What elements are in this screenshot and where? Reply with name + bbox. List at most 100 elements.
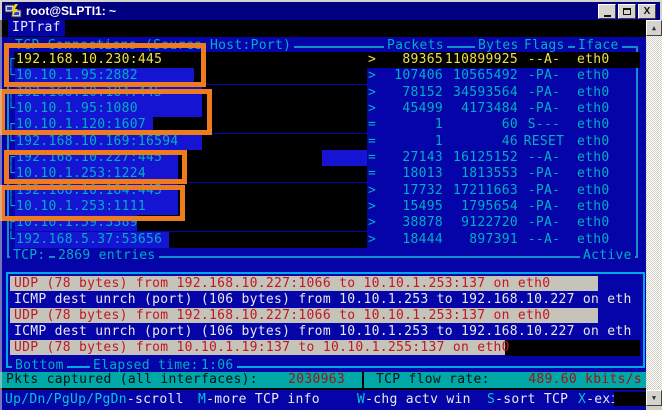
iface-value: eth0 [577, 231, 610, 247]
scroll-down-button[interactable]: ▼ [646, 390, 662, 406]
arrow-up-icon: ▲ [651, 24, 657, 32]
menu-desc: -chg actv win [365, 392, 471, 407]
direction-symbol: = [368, 149, 377, 165]
menu-desc: -scroll [126, 392, 184, 407]
packets-value: 38878 [402, 215, 443, 231]
maximize-button[interactable] [618, 4, 636, 19]
packets-value: 89365 [402, 52, 443, 67]
packets-value: 78152 [402, 84, 443, 100]
redaction-bar [169, 231, 367, 248]
redaction-bar [178, 149, 322, 166]
status-divider [362, 372, 364, 388]
udp-message: UDP (78 bytes) from 192.168.10.227:1066 … [0, 308, 646, 324]
bytes-value: 9122720 [461, 215, 518, 231]
direction-symbol: > [368, 84, 377, 100]
menu-item: W-chg actv win [357, 392, 471, 408]
iface-value: eth0 [577, 182, 610, 198]
bytes-value: 17211663 [452, 182, 518, 198]
iface-value: eth0 [577, 84, 610, 100]
udp-message: UDP (78 bytes) from 192.168.10.227:1066 … [0, 276, 646, 292]
tcp-footer-label: TCP: [10, 248, 49, 264]
redaction-bar [202, 100, 367, 117]
tcp-flow-rate-value: 489.60 kbits/s [528, 372, 642, 387]
redaction-bar [178, 182, 367, 199]
packets-value: 18013 [402, 166, 443, 182]
annotation-highlight-box [4, 43, 206, 87]
flags-value: --A- [527, 149, 561, 165]
minimize-button[interactable] [598, 4, 616, 19]
close-icon: X [643, 5, 651, 17]
udp-message-text: UDP (78 bytes) from 192.168.10.227:1066 … [14, 276, 551, 291]
window-left-border [0, 0, 2, 410]
menu-item: M-more TCP info [198, 392, 320, 408]
direction-symbol: > [368, 198, 377, 214]
maximize-icon [623, 8, 631, 15]
flags-value: RESET [523, 133, 565, 149]
redaction-bar [178, 198, 367, 215]
tcp-row: └ 192.168.5.37:53656 >18444 897391 --A-eth0 [0, 231, 646, 248]
menu-key: X [578, 392, 587, 407]
menu-desc: -sort TCP [495, 392, 569, 407]
pair-bracket: └ [7, 231, 16, 247]
flags-value: S--- [527, 117, 561, 133]
bytes-value: 110899925 [444, 52, 518, 67]
app-title: IPTraf [8, 20, 65, 36]
iface-value: eth0 [577, 166, 610, 182]
bytes-value: 16125152 [452, 149, 518, 165]
menu-key: M [198, 392, 207, 407]
direction-symbol: > [368, 182, 377, 198]
menu-bar: Up/Dn/PgUp/PgDn-scroll M-more TCP info W-c… [0, 388, 646, 408]
redaction-bar [202, 84, 367, 101]
icmp-message-text: ICMP dest unrch (port) (106 bytes) from … [14, 324, 632, 339]
redaction-bar [505, 340, 640, 356]
putty-window: root@SLPTI1: ~ X IPTraf TCP Connections … [0, 0, 662, 410]
tcp-entries-count: 2869 entries [55, 248, 159, 264]
iface-value: eth0 [577, 52, 610, 67]
connection-address: 192.168.10.169:16594 [16, 133, 179, 149]
terminal-screen[interactable]: IPTraf TCP Connections (Source Host:Port… [0, 20, 646, 410]
scroll-up-button[interactable]: ▲ [646, 20, 662, 36]
flags-value: -PA- [527, 68, 561, 84]
tcp-footer: TCP: 2869 entries Active [0, 248, 646, 264]
icmp-message-text: ICMP dest unrch (port) (106 bytes) from … [14, 292, 632, 307]
bytes-value: 4173484 [461, 100, 518, 116]
close-button[interactable]: X [638, 4, 656, 19]
flags-value: -PA- [527, 166, 561, 182]
menu-key: S [487, 392, 496, 407]
flags-value: -PA- [527, 215, 561, 231]
scrollbar-corner [646, 406, 662, 410]
direction-symbol: = [368, 117, 377, 133]
bytes-value: 1795654 [461, 198, 518, 214]
direction-symbol: = [368, 166, 377, 182]
annotation-highlight-box [0, 185, 185, 221]
iface-value: eth0 [577, 215, 610, 231]
iface-value: eth0 [577, 100, 610, 116]
menu-item: Up/Dn/PgUp/PgDn-scroll [5, 392, 184, 408]
udp-message: UDP (78 bytes) from 10.10.1.19:137 to 10… [0, 340, 646, 356]
direction-symbol: > [368, 215, 377, 231]
packets-value: 17732 [402, 182, 443, 198]
udp-message-text: UDP (78 bytes) from 10.10.1.19:137 to 10… [14, 340, 510, 355]
direction-symbol: > [368, 231, 377, 247]
iface-value: eth0 [577, 149, 610, 165]
packets-value: 1 [434, 117, 443, 133]
flags-value: --A- [527, 231, 561, 247]
packets-value: 45499 [402, 100, 443, 116]
flags-value: -PA- [527, 100, 561, 116]
iface-value: eth0 [577, 117, 610, 133]
icmp-message: ICMP dest unrch (port) (106 bytes) from … [0, 292, 646, 308]
menu-desc: -more TCP info [206, 392, 320, 407]
redaction-bar [178, 166, 367, 183]
menu-redaction [614, 392, 646, 406]
titlebar[interactable]: root@SLPTI1: ~ X [0, 0, 662, 20]
address-highlight [322, 149, 367, 166]
connection-address: 192.168.5.37:53656 [16, 231, 163, 247]
putty-icon [4, 3, 22, 19]
iface-value: eth0 [577, 68, 610, 84]
scrollbar[interactable]: ▲ ▼ [646, 20, 662, 410]
bytes-value: 897391 [469, 231, 518, 247]
bytes-value: 10565492 [452, 68, 518, 84]
iface-value: eth0 [577, 133, 610, 149]
pkts-captured-label: Pkts captured (all interfaces): [6, 372, 258, 387]
status-bar: Pkts captured (all interfaces): 2030963 … [0, 372, 646, 388]
